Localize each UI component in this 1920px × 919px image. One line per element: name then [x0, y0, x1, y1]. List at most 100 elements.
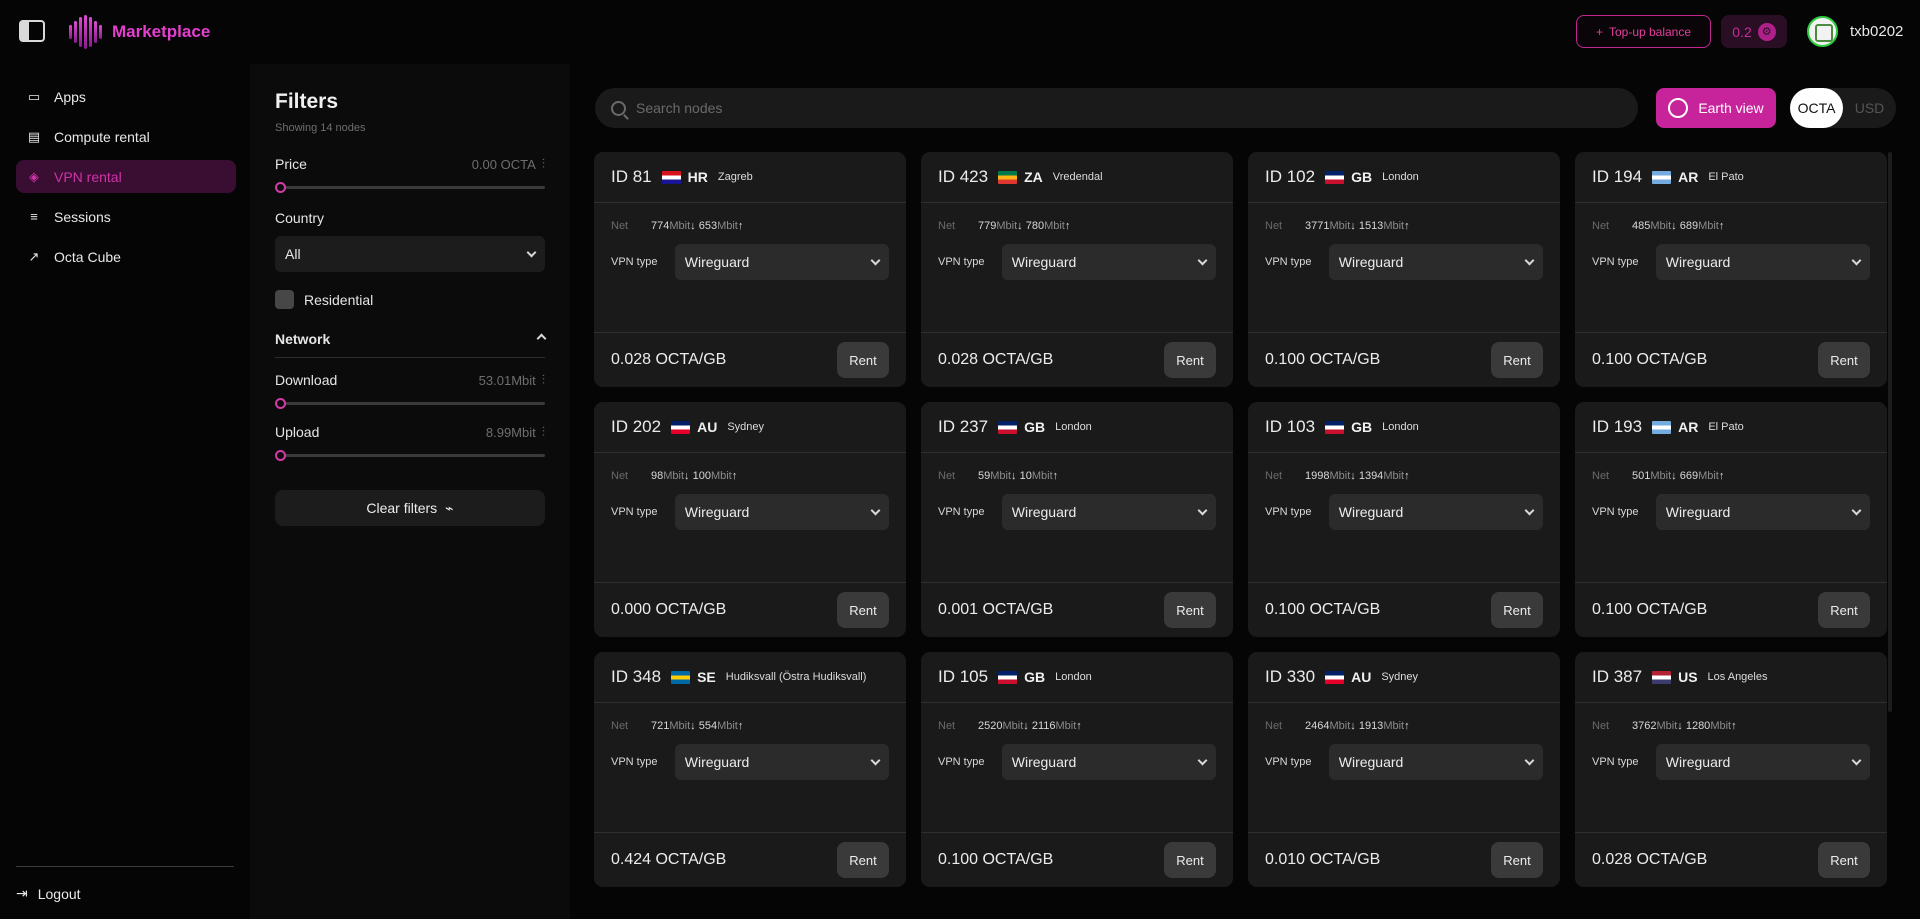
net-label: Net: [1592, 720, 1610, 732]
download-label: Download: [275, 372, 338, 388]
rent-button[interactable]: Rent: [1491, 342, 1543, 378]
net-speeds: 501Mbit↓ 669Mbit↑: [1632, 470, 1725, 482]
currency-option-octa[interactable]: OCTA: [1790, 88, 1843, 128]
top-up-balance-button[interactable]: + Top-up balance: [1576, 15, 1711, 48]
vpn-icon: ◈: [29, 168, 39, 184]
vpn-type-select[interactable]: Wireguard: [1655, 494, 1870, 530]
vpn-type-select[interactable]: Wireguard: [1655, 744, 1870, 780]
rent-button[interactable]: Rent: [837, 592, 889, 628]
vpn-type-value: Wireguard: [1665, 254, 1731, 270]
node-price: 0.000 OCTA/GB: [611, 601, 727, 618]
download-arrow-icon: ↓: [1017, 220, 1023, 232]
node-card: ID 202 AU Sydney Net 98Mbit↓ 100Mbit↑ VPN typ…: [594, 402, 906, 637]
logout-button[interactable]: ⇥ Logout: [16, 885, 81, 902]
username[interactable]: txb0202: [1850, 23, 1903, 40]
nav-item-sessions[interactable]: ≡ Sessions: [16, 200, 236, 233]
price-slider-thumb[interactable]: [275, 182, 286, 193]
net-speeds: 779Mbit↓ 780Mbit↑: [978, 220, 1071, 232]
upload-speed: 100: [692, 470, 711, 482]
avatar[interactable]: [1807, 16, 1838, 47]
node-card: ID 102 GB London Net 3771Mbit↓ 1513Mbit↑ VPN …: [1248, 152, 1560, 387]
node-card: ID 330 AU Sydney Net 2464Mbit↓ 1913Mbit↑ VPN …: [1248, 652, 1560, 887]
download-speed: 3771: [1305, 220, 1330, 232]
vpn-type-select[interactable]: Wireguard: [1328, 744, 1543, 780]
logout-label: Logout: [37, 885, 81, 902]
earth-view-button[interactable]: Earth view: [1656, 88, 1776, 128]
node-id: ID 194: [1592, 167, 1643, 186]
vpn-type-label: VPN type: [1265, 756, 1312, 768]
rent-button[interactable]: Rent: [1818, 592, 1870, 628]
download-speed: 98: [651, 470, 664, 482]
network-section-toggle[interactable]: Network: [275, 331, 547, 358]
flag-icon: [998, 670, 1018, 684]
rent-button[interactable]: Rent: [1164, 842, 1216, 878]
upload-arrow-icon: ↑: [737, 720, 744, 732]
city: Sydney: [727, 421, 765, 433]
vpn-type-label: VPN type: [938, 756, 985, 768]
flag-icon: [998, 420, 1018, 434]
chevron-down-icon: [870, 505, 881, 515]
node-id: ID 237: [938, 417, 989, 436]
vpn-type-select[interactable]: Wireguard: [1001, 744, 1216, 780]
node-price: 0.100 OCTA/GB: [1265, 351, 1381, 368]
scrollbar[interactable]: [1888, 152, 1892, 712]
country-code: SE: [697, 669, 716, 685]
sliders-icon: ⫶: [541, 372, 545, 387]
download-speed: 501: [1632, 470, 1651, 482]
download-slider[interactable]: [275, 398, 545, 409]
net-label: Net: [938, 220, 956, 232]
upload-slider-thumb[interactable]: [275, 450, 286, 461]
rent-button[interactable]: Rent: [1491, 592, 1543, 628]
nav-item-label: Compute rental: [54, 128, 150, 145]
rent-button[interactable]: Rent: [1164, 592, 1216, 628]
node-price: 0.100 OCTA/GB: [1592, 601, 1708, 618]
vpn-type-select[interactable]: Wireguard: [1328, 494, 1543, 530]
node-card: ID 105 GB London Net 2520Mbit↓ 2116Mbit↑ VPN …: [921, 652, 1233, 887]
flag-icon: [1652, 170, 1672, 184]
rent-button[interactable]: Rent: [1164, 342, 1216, 378]
search-input[interactable]: Search nodes: [636, 100, 722, 116]
balance-badge[interactable]: 0.2 ⚙: [1721, 15, 1787, 48]
vpn-type-value: Wireguard: [1011, 504, 1077, 520]
chevron-down-icon: [870, 755, 881, 765]
vpn-type-select[interactable]: Wireguard: [1328, 244, 1543, 280]
node-card: ID 193 AR El Pato Net 501Mbit↓ 669Mbit↑ VPN t…: [1575, 402, 1887, 637]
currency-option-usd[interactable]: USD: [1843, 88, 1896, 128]
node-price: 0.100 OCTA/GB: [938, 851, 1054, 868]
nav-item-vpn-rental[interactable]: ◈ VPN rental: [16, 160, 236, 193]
vpn-type-select[interactable]: Wireguard: [674, 244, 889, 280]
vpn-type-select[interactable]: Wireguard: [674, 494, 889, 530]
country-select[interactable]: All: [275, 236, 545, 272]
search-bar[interactable]: Search nodes: [595, 88, 1638, 128]
vpn-type-select[interactable]: Wireguard: [1655, 244, 1870, 280]
vpn-type-select[interactable]: Wireguard: [1001, 494, 1216, 530]
residential-checkbox[interactable]: [275, 290, 294, 309]
chevron-down-icon: [1524, 755, 1535, 765]
chevron-down-icon: [1197, 255, 1208, 265]
chevron-down-icon: [870, 255, 881, 265]
upload-slider[interactable]: [275, 450, 545, 461]
net-label: Net: [611, 720, 629, 732]
price-slider[interactable]: [275, 182, 545, 193]
nav-item-octa-cube[interactable]: ↗ Octa Cube: [16, 240, 236, 273]
nav-item-compute-rental[interactable]: ▤ Compute rental: [16, 120, 236, 153]
vpn-type-value: Wireguard: [1011, 254, 1077, 270]
download-slider-thumb[interactable]: [275, 398, 286, 409]
clear-filters-button[interactable]: Clear filters ⌁: [275, 490, 545, 526]
chevron-down-icon: [1524, 255, 1535, 265]
upload-speed: 689: [1679, 220, 1699, 232]
vpn-type-select[interactable]: Wireguard: [674, 744, 889, 780]
sidebar-toggle-icon[interactable]: [19, 20, 45, 42]
rent-button[interactable]: Rent: [1818, 342, 1870, 378]
rent-button[interactable]: Rent: [837, 842, 889, 878]
upload-speed: 10: [1019, 470, 1032, 482]
logo[interactable]: Marketplace: [69, 15, 210, 49]
rent-button[interactable]: Rent: [1818, 842, 1870, 878]
vpn-type-select[interactable]: Wireguard: [1001, 244, 1216, 280]
rent-button[interactable]: Rent: [1491, 842, 1543, 878]
city: El Pato: [1708, 171, 1744, 183]
nav-item-apps[interactable]: ▭ Apps: [16, 80, 236, 113]
node-id: ID 330: [1265, 667, 1316, 686]
rent-button[interactable]: Rent: [837, 342, 889, 378]
net-label: Net: [1265, 470, 1283, 482]
